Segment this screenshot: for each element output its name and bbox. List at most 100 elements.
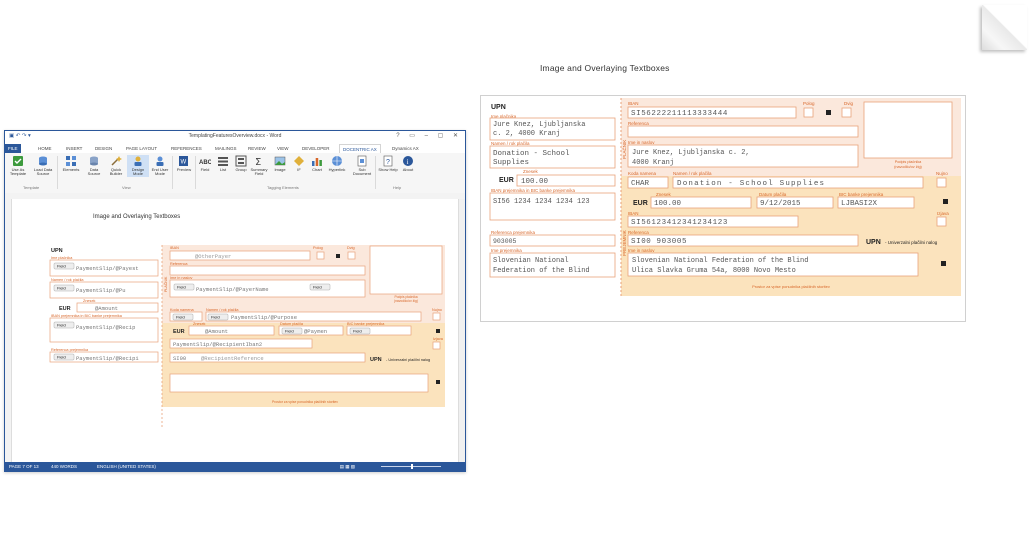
doc-si00[interactable]: SI00: [173, 355, 186, 362]
label: Field: [200, 167, 210, 172]
group-help-label: Help: [393, 185, 402, 190]
doc-payer-name-field[interactable]: PaymentSlip/@PayerName: [196, 286, 269, 293]
label: Summary Field: [250, 167, 268, 177]
tab-mailings[interactable]: MAILINGS: [212, 144, 240, 153]
doc-payer-label: Ime plačnika: [51, 256, 73, 260]
field-tag[interactable]: Field: [57, 264, 66, 269]
preview-button[interactable]: W Preview: [173, 155, 195, 172]
r-amount-value: 100.00: [654, 200, 682, 208]
doc-recipient-ref[interactable]: @RecipientReference: [201, 355, 264, 362]
doc-purpose-field[interactable]: PaymentSlip/@Pu: [76, 287, 126, 294]
end-user-mode-button[interactable]: End User Mode: [149, 155, 171, 177]
template-icon: [13, 156, 23, 166]
purpose-label: Namen / rok plačila: [491, 141, 530, 146]
field-tag[interactable]: Field: [176, 315, 185, 320]
label: Image: [274, 167, 286, 172]
recv-line-1: Slovenian National Federation of the Bli…: [632, 257, 808, 265]
tab-file[interactable]: FILE: [5, 144, 21, 153]
field-tag[interactable]: Field: [313, 285, 322, 290]
page-count[interactable]: PAGE 7 OF 13: [9, 462, 39, 471]
field-tag[interactable]: Field: [57, 286, 66, 291]
doc-payer-field[interactable]: PaymentSlip/@Payest: [76, 265, 139, 272]
about-button[interactable]: i About: [397, 155, 419, 172]
doc-payment[interactable]: @Paymen: [304, 328, 327, 335]
doc-znesek: Znesek: [193, 322, 206, 326]
tab-home[interactable]: HOME: [35, 144, 55, 153]
label: Load Data Source: [33, 167, 53, 177]
doc-datum: Datum plačila: [280, 322, 304, 326]
tab-developer[interactable]: DEVELOPER: [299, 144, 333, 153]
label: About: [402, 167, 414, 172]
payer-iban-value: SI56222211113333444: [631, 110, 728, 118]
group-icon: [235, 155, 247, 167]
doc-amount-field[interactable]: @Amount: [95, 305, 118, 312]
field-tag[interactable]: Field: [211, 315, 220, 320]
chart-icon: [312, 158, 322, 166]
vertical-scrollbar[interactable]: [458, 199, 465, 462]
paper-title: Image and Overlaying Textboxes: [540, 63, 670, 73]
tab-view[interactable]: VIEW: [274, 144, 292, 153]
field-tag[interactable]: Field: [285, 329, 294, 334]
r-name-label: Ime in naslov: [628, 140, 655, 145]
payment-slip-rendered: UPN Ime plačnika Jure Knez, Ljubljanska …: [480, 95, 966, 322]
quick-builder-button[interactable]: Quick Builder: [105, 155, 127, 177]
summary-field-button[interactable]: Σ Summary Field: [248, 155, 270, 177]
vertical-ruler[interactable]: [5, 199, 12, 462]
doc-dvig: Dvig: [347, 246, 355, 250]
label: Elements: [62, 167, 80, 172]
data-source-button[interactable]: Data Source: [83, 155, 105, 177]
language[interactable]: ENGLISH (UNITED STATES): [97, 462, 156, 471]
payer-ref-box: [627, 125, 859, 138]
field-tag[interactable]: Field: [57, 355, 66, 360]
elements-button[interactable]: Elements: [60, 155, 82, 172]
tab-design[interactable]: DESIGN: [92, 144, 115, 153]
doc-recipient-iban-2[interactable]: PaymentSlip/@RecipientIban2: [173, 341, 262, 348]
tab-insert[interactable]: INSERT: [63, 144, 85, 153]
user-icon: [156, 156, 164, 166]
recv-name-label: Ime in naslov: [628, 248, 655, 253]
tab-dynamics-ax[interactable]: Dynamics AX: [389, 144, 422, 153]
doc-koda: Koda namena: [170, 308, 195, 312]
if-icon: [294, 156, 304, 166]
tab-references[interactable]: REFERENCES: [168, 144, 205, 153]
doc-amount-2[interactable]: @Amount: [205, 328, 228, 335]
recipient-label: Ime prejemnika: [491, 248, 522, 253]
elements-icon: [66, 156, 76, 166]
show-help-button[interactable]: ? Show Help: [377, 155, 399, 172]
r-purpose-value: Donation - School Supplies: [677, 180, 825, 188]
hyperlink-button[interactable]: Hyperlink: [326, 155, 348, 172]
dvig-label: Dvig: [844, 101, 853, 106]
load-data-source-button[interactable]: Load Data Source: [32, 155, 54, 177]
view-buttons[interactable]: ▤ ▦ ▧: [340, 462, 355, 471]
doc-ref-field[interactable]: PaymentSlip/@Recipi: [76, 355, 139, 362]
sub-document-button[interactable]: Sub Document: [351, 155, 373, 177]
field-tag[interactable]: Field: [57, 323, 66, 328]
r-purpose-label: Namen / rok plačila: [673, 171, 712, 176]
tab-page-layout[interactable]: PAGE LAYOUT: [123, 144, 160, 153]
iban-bic-label: IBAN prejemnika in BIC banke prejemnika: [491, 188, 576, 193]
window-controls[interactable]: ? ▭ – ▢ ✕: [396, 132, 462, 139]
purpose-line-2: Supplies: [493, 159, 529, 167]
field-tag[interactable]: Field: [177, 285, 186, 290]
field-tag[interactable]: Field: [353, 329, 362, 334]
doc-other-payer[interactable]: @OtherPayer: [195, 253, 231, 260]
document-area[interactable]: Image and Overlaying Textboxes UPN Ime p…: [5, 199, 465, 462]
r-amount-label: Znesek: [656, 192, 672, 197]
doc-recipient-iban-field[interactable]: PaymentSlip/@Recip: [76, 324, 135, 331]
tab-review[interactable]: REVIEW: [245, 144, 269, 153]
doc-currency: EUR: [59, 306, 71, 312]
use-as-template-button[interactable]: Use As Template: [7, 155, 29, 177]
globe-icon: [332, 156, 342, 166]
chart-button[interactable]: Chart: [306, 155, 328, 172]
doc-title: Image and Overlaying Textboxes: [93, 214, 180, 220]
recv-ref-value: SI00 903005: [631, 238, 687, 246]
sign-label-2: (navodilo/ov žig): [894, 165, 922, 169]
signature-box: [863, 101, 953, 159]
recipient-line-2: Federation of the Blind: [493, 267, 590, 275]
design-mode-button[interactable]: Design Mode: [127, 155, 149, 177]
code-value: CHAR: [631, 180, 650, 188]
zoom-slider-knob[interactable]: [411, 464, 413, 469]
doc-purpose-full[interactable]: PaymentSlip/@Purpose: [231, 314, 297, 321]
upn-note: UPN: [866, 239, 881, 246]
word-count[interactable]: 440 WORDS: [51, 462, 77, 471]
